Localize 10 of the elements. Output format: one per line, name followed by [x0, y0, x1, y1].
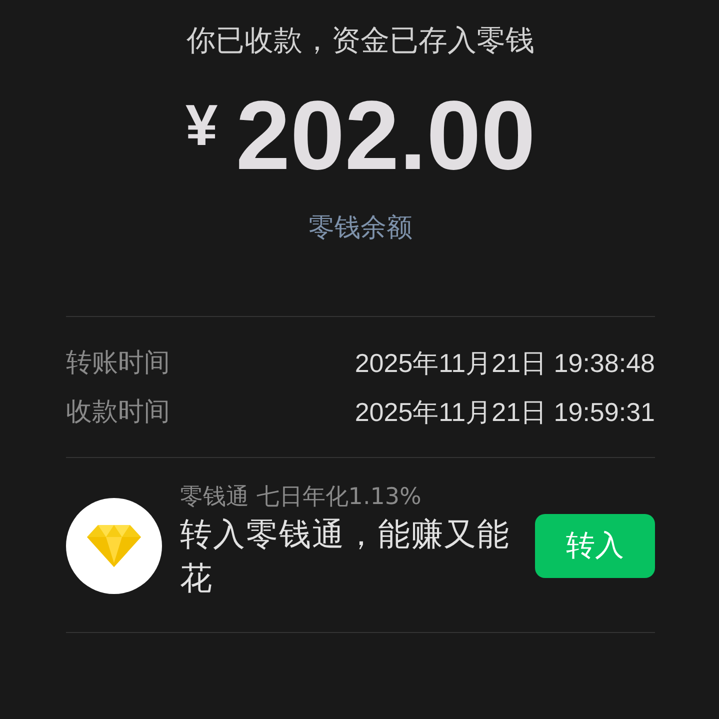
- detail-label: 转账时间: [66, 347, 170, 380]
- amount-value: 202.00: [236, 80, 536, 190]
- promo-text: 转入零钱通，能赚又能花: [180, 514, 511, 599]
- promo-subtitle: 零钱通 七日年化1.13%: [180, 483, 422, 512]
- currency-symbol: ¥: [185, 96, 218, 156]
- detail-label: 收款时间: [66, 396, 170, 429]
- status-title: 你已收款，资金已存入零钱: [186, 22, 536, 59]
- balance-link[interactable]: 零钱余额: [308, 210, 412, 246]
- detail-value: 2025年11月21日 19:38:48: [354, 347, 655, 380]
- detail-value: 2025年11月21日 19:59:31: [354, 396, 655, 429]
